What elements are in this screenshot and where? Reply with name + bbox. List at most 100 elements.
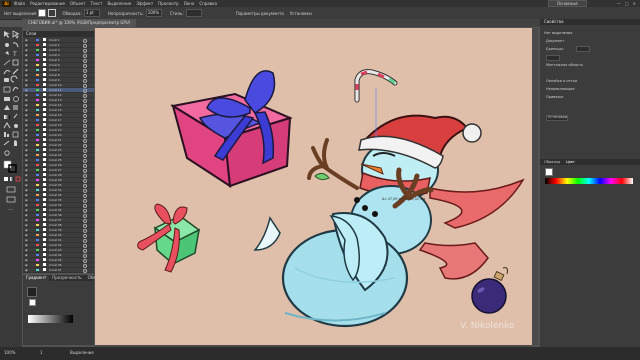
menu-edit[interactable]: Редактирование (30, 1, 65, 6)
eyedropper-tool-icon[interactable] (13, 113, 18, 119)
visibility-eye-icon[interactable]: ◉ (25, 268, 28, 272)
visibility-eye-icon[interactable]: ◉ (25, 118, 28, 122)
preferences-button[interactable]: Установки (290, 11, 312, 16)
visibility-eye-icon[interactable]: ◉ (25, 43, 28, 47)
menu-file[interactable]: Файл (14, 1, 25, 6)
gradient-mode-icon[interactable] (10, 177, 14, 181)
vertical-scrollbar[interactable] (532, 28, 538, 345)
shape-builder-tool-icon[interactable] (13, 96, 19, 102)
visibility-eye-icon[interactable]: ◉ (25, 228, 28, 232)
symbol-sprayer-tool-icon[interactable] (14, 124, 18, 128)
slice-tool-icon[interactable] (3, 140, 10, 146)
tab-swatches[interactable]: Образцы (544, 159, 560, 165)
line-tool-icon[interactable] (3, 59, 11, 66)
visibility-eye-icon[interactable]: ◉ (25, 148, 28, 152)
visibility-eye-icon[interactable]: ◉ (25, 98, 28, 102)
blend-tool-icon[interactable] (3, 122, 11, 129)
visibility-eye-icon[interactable]: ◉ (25, 188, 28, 192)
document-tab[interactable]: СНЕГОВИК.ai* @ 100% (RGB/Предпросмотр GP… (22, 19, 137, 27)
visibility-eye-icon[interactable]: ◉ (25, 138, 28, 142)
visibility-eye-icon[interactable]: ◉ (25, 203, 28, 207)
visibility-eye-icon[interactable]: ◉ (25, 238, 28, 242)
artboard-number[interactable]: 1 (40, 350, 43, 355)
fill-mode-icon[interactable] (4, 177, 8, 181)
visibility-eye-icon[interactable]: ◉ (25, 233, 28, 237)
screen-mode-icon[interactable] (6, 196, 16, 203)
menu-help[interactable]: Справка (199, 1, 217, 6)
pen-tool-icon[interactable] (5, 51, 9, 55)
mesh-tool-icon[interactable] (13, 105, 18, 110)
visibility-eye-icon[interactable]: ◉ (25, 78, 28, 82)
ornament-ball[interactable] (471, 267, 508, 314)
visibility-eye-icon[interactable]: ◉ (25, 168, 28, 172)
paintbrush-tool-icon[interactable] (3, 69, 11, 75)
visibility-eye-icon[interactable]: ◉ (25, 113, 28, 117)
free-transform-tool-icon[interactable] (4, 97, 10, 101)
current-fill-swatch[interactable] (545, 168, 553, 176)
visibility-eye-icon[interactable]: ◉ (25, 208, 28, 212)
pencil-tool-icon[interactable] (12, 68, 19, 75)
edit-toolbar-icon[interactable]: ··· (8, 207, 13, 213)
artboard-canvas[interactable]: Ш: 47,69 мм В: 15,02 мм V. Nikolenko (95, 28, 532, 345)
gift-box-small[interactable] (137, 203, 201, 273)
hand-tool-icon[interactable] (14, 140, 17, 146)
perspective-grid-tool-icon[interactable] (4, 105, 10, 110)
visibility-eye-icon[interactable]: ◉ (25, 128, 28, 132)
visibility-eye-icon[interactable]: ◉ (25, 133, 28, 137)
direct-selection-tool-icon[interactable] (12, 30, 20, 39)
tab-gradient[interactable]: Градиент (23, 275, 50, 281)
fill-swatch[interactable] (38, 9, 47, 17)
visibility-eye-icon[interactable]: ◉ (25, 218, 28, 222)
style-dropdown[interactable] (185, 9, 202, 17)
visibility-eye-icon[interactable]: ◉ (25, 83, 28, 87)
tab-color[interactable]: Цвет (566, 159, 575, 165)
visibility-eye-icon[interactable]: ◉ (25, 253, 28, 257)
zoom-level[interactable]: 100% (4, 350, 15, 355)
visibility-eye-icon[interactable]: ◉ (25, 263, 28, 267)
visibility-eye-icon[interactable]: ◉ (25, 158, 28, 162)
visibility-eye-icon[interactable]: ◉ (25, 108, 28, 112)
visibility-eye-icon[interactable]: ◉ (25, 213, 28, 217)
menu-window[interactable]: Окно (184, 1, 195, 6)
snowman-arm-left[interactable] (307, 138, 359, 190)
opacity-input[interactable]: 100% (145, 9, 162, 17)
artboard-tool-icon[interactable] (12, 131, 19, 138)
menu-object[interactable]: Объект (70, 1, 86, 6)
doc-setup-button[interactable]: Параметры документа (236, 11, 284, 16)
magic-wand-tool-icon[interactable] (5, 43, 9, 47)
artboard-dropdown[interactable] (546, 55, 560, 61)
visibility-eye-icon[interactable]: ◉ (25, 68, 28, 72)
stroke-swatch[interactable] (48, 9, 57, 17)
close-icon[interactable]: ✕ (633, 1, 636, 6)
gradient-stop-swatch[interactable] (29, 299, 36, 306)
visibility-eye-icon[interactable]: ◉ (25, 53, 28, 57)
visibility-eye-icon[interactable]: ◉ (25, 63, 28, 67)
menu-view[interactable]: Просмотр (158, 1, 179, 6)
visibility-eye-icon[interactable]: ◉ (25, 153, 28, 157)
visibility-eye-icon[interactable]: ◉ (25, 123, 28, 127)
width-tool-icon[interactable] (12, 86, 19, 92)
visibility-eye-icon[interactable]: ◉ (25, 38, 28, 42)
visibility-eye-icon[interactable]: ◉ (25, 88, 28, 92)
eraser-tool-icon[interactable] (4, 78, 9, 82)
menu-type[interactable]: Текст (91, 1, 103, 6)
visibility-eye-icon[interactable]: ◉ (25, 193, 28, 197)
visibility-eye-icon[interactable]: ◉ (25, 248, 28, 252)
visibility-eye-icon[interactable]: ◉ (25, 163, 28, 167)
menu-select[interactable]: Выделение (107, 1, 131, 6)
units-dropdown[interactable] (576, 46, 590, 52)
visibility-eye-icon[interactable]: ◉ (25, 223, 28, 227)
layer-row[interactable]: ◉ Слой 47 (23, 268, 94, 273)
menu-effect[interactable]: Эффект (136, 1, 153, 6)
drawing-mode-icon[interactable] (6, 186, 16, 193)
visibility-eye-icon[interactable]: ◉ (25, 143, 28, 147)
selection-tool-icon[interactable] (4, 31, 10, 38)
rectangle-tool-icon[interactable] (12, 59, 19, 66)
gradient-tool-icon[interactable] (4, 115, 10, 119)
visibility-eye-icon[interactable]: ◉ (25, 243, 28, 247)
column-graph-tool-icon[interactable] (4, 132, 6, 137)
scale-tool-icon[interactable] (3, 86, 11, 93)
visibility-eye-icon[interactable]: ◉ (25, 48, 28, 52)
visibility-eye-icon[interactable]: ◉ (25, 198, 28, 202)
visibility-eye-icon[interactable]: ◉ (25, 73, 28, 77)
